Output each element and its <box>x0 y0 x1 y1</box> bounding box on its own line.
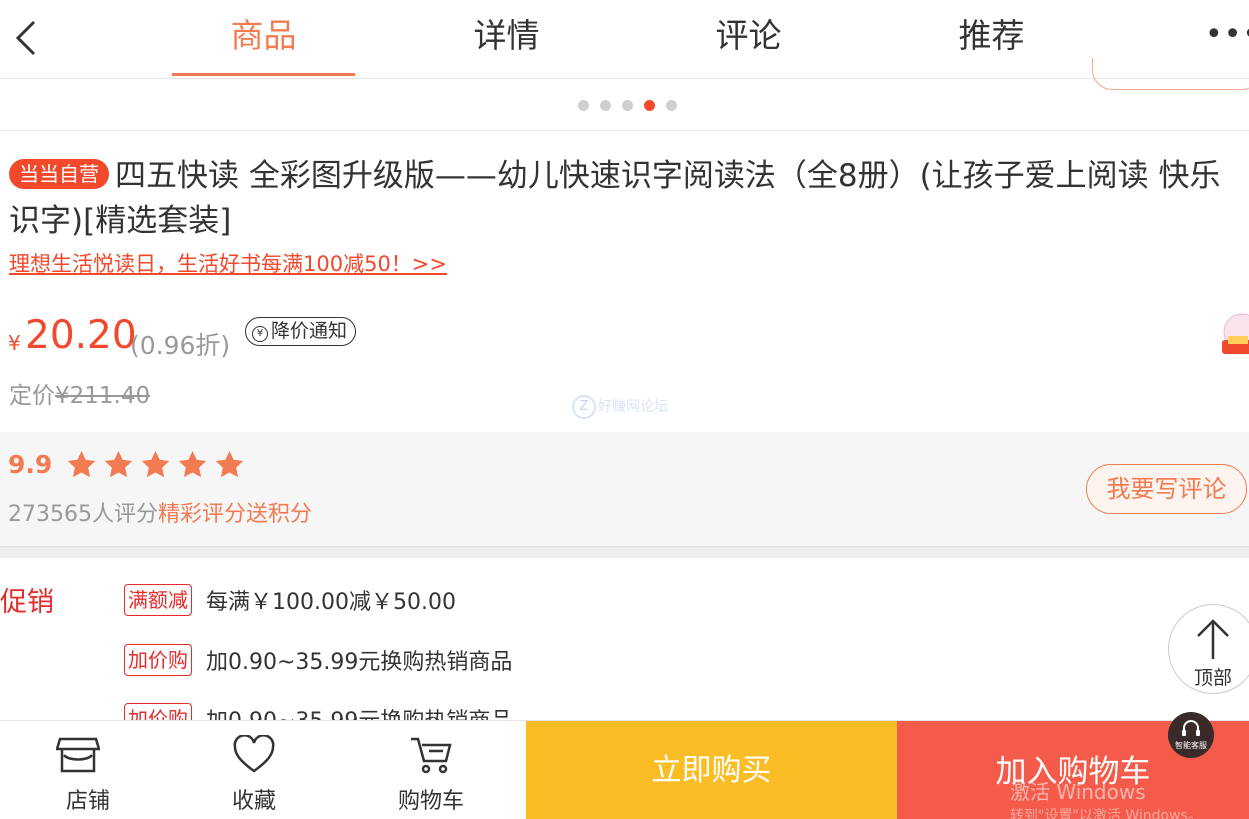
promotion-row[interactable]: 加价购加0.90~35.99元换购热销商品 <box>124 644 512 678</box>
watermark-text: 好赚网论坛 <box>598 399 668 415</box>
product-title-text: 四五快读 全彩图升级版——幼儿快速识字阅读法（全8册）(让孩子爱上阅读 快乐识字… <box>9 158 1221 239</box>
notify-label: 降价通知 <box>271 320 348 342</box>
rating-count-text: 273565人评分 <box>8 502 158 527</box>
windows-activation-line2: 转到"设置"以激活 Windows。 <box>1010 808 1202 819</box>
tab-reviews[interactable]: 评论 <box>657 0 840 79</box>
watermark-logo-icon: Z <box>572 395 596 419</box>
star-icon <box>178 451 207 478</box>
rating-score: 9.9 <box>8 450 53 479</box>
carousel-dot[interactable] <box>622 100 633 111</box>
section-divider <box>0 546 1249 558</box>
product-title: 当当自营 四五快读 全彩图升级版——幼儿快速识字阅读法（全8册）(让孩子爱上阅读 … <box>9 154 1239 244</box>
cart-label: 购物车 <box>397 789 464 814</box>
favorite-button[interactable]: 收藏 <box>166 721 342 819</box>
cart-nav-button[interactable]: 购物车 <box>343 721 519 819</box>
carousel-dot[interactable] <box>666 100 677 111</box>
divider <box>0 130 1249 131</box>
promotion-tag: 满额减 <box>124 584 192 616</box>
currency-symbol: ¥ <box>8 331 21 355</box>
forum-watermark: Z 好赚网论坛 <box>572 395 668 419</box>
back-to-top-button[interactable]: 顶部 <box>1168 604 1249 694</box>
headset-icon <box>1182 720 1200 736</box>
self-operated-badge: 当当自营 <box>9 159 109 189</box>
original-price-value: ¥211.40 <box>55 383 151 409</box>
top-nav: 商品 详情 评论 推荐 ••• <box>0 0 1249 79</box>
rating-count: 273565人评分精彩评分送积分 <box>8 496 312 528</box>
tab-label: 推荐 <box>958 16 1025 55</box>
promotion-row[interactable]: 满额减 每满￥100.00减￥50.00 <box>124 584 456 618</box>
back-to-top-label: 顶部 <box>1193 667 1232 689</box>
image-edge-decoration <box>1092 58 1249 90</box>
red-packet-icon[interactable] <box>1218 312 1249 360</box>
discount-rate: (0.96折) <box>130 331 231 360</box>
tab-product[interactable]: 商品 <box>172 0 355 79</box>
yen-circle-icon: ¥ <box>252 326 268 342</box>
shopping-cart-icon <box>411 737 452 774</box>
promotion-text: 每满￥100.00减￥50.00 <box>206 590 456 615</box>
promo-link[interactable]: 理想生活悦读日，生活好书每满100减50！>> <box>9 248 447 278</box>
more-icon[interactable]: ••• <box>1205 20 1249 50</box>
star-icon <box>67 451 96 478</box>
star-icon <box>215 451 244 478</box>
price-drop-notify-button[interactable]: ¥ 降价通知 <box>245 317 357 346</box>
shop-icon <box>56 737 100 773</box>
tab-label: 评论 <box>715 16 782 55</box>
write-review-button[interactable]: 我要写评论 <box>1086 464 1247 514</box>
rating-section: 9.9 273565人评分精彩评分送积分 我要写评论 <box>0 432 1249 546</box>
heart-icon <box>233 735 275 773</box>
promotion-tag: 加价购 <box>124 644 192 676</box>
star-icon <box>141 451 170 478</box>
star-icon <box>104 451 133 478</box>
promotion-text: 加0.90~35.99元换购热销商品 <box>206 650 513 675</box>
star-rating <box>65 449 250 485</box>
windows-activation-line1: 激活 Windows <box>1010 780 1146 804</box>
buy-now-button[interactable]: 立即购买 <box>526 721 897 819</box>
back-icon[interactable] <box>12 18 44 58</box>
tab-recommend[interactable]: 推荐 <box>900 0 1083 79</box>
carousel-dot-active[interactable] <box>644 100 655 111</box>
tab-details[interactable]: 详情 <box>415 0 598 79</box>
original-price: 定价¥211.40 <box>9 376 150 410</box>
carousel-dot[interactable] <box>600 100 611 111</box>
arrow-up-icon <box>1197 619 1229 659</box>
review-reward-text[interactable]: 精彩评分送积分 <box>158 502 312 527</box>
shop-button[interactable]: 店铺 <box>0 721 176 819</box>
favorite-label: 收藏 <box>231 789 276 814</box>
customer-service-label: 智能客服 <box>1175 741 1207 750</box>
shop-label: 店铺 <box>65 789 110 814</box>
tab-label: 商品 <box>230 16 297 55</box>
tab-label: 详情 <box>473 16 540 55</box>
promotions-title: 促销 <box>0 587 54 618</box>
carousel-dot[interactable] <box>578 100 589 111</box>
carousel-indicator <box>578 96 688 111</box>
price-value: 20.20 <box>25 313 137 358</box>
customer-service-button[interactable]: 智能客服 <box>1168 712 1214 758</box>
original-price-label: 定价 <box>9 383 55 409</box>
active-tab-underline <box>172 73 355 76</box>
